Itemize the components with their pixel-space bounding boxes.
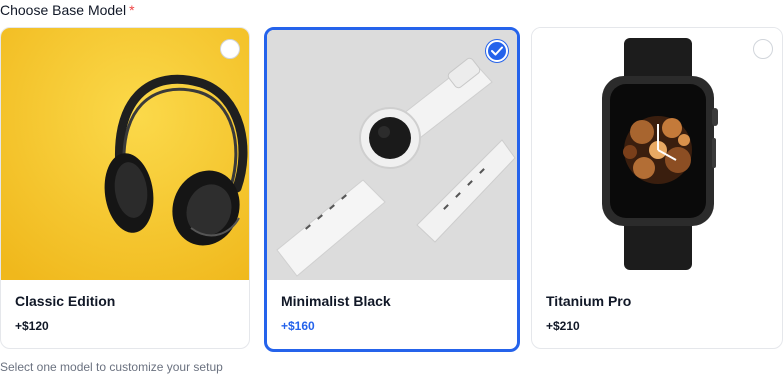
model-price: +$160 (281, 319, 315, 333)
model-price: +$210 (546, 319, 580, 333)
model-name: Classic Edition (15, 293, 116, 309)
model-card-minimalist-black[interactable]: Minimalist Black +$160 (264, 27, 520, 352)
model-price: +$120 (15, 319, 49, 333)
checkmark-icon (491, 46, 503, 56)
field-label-text: Choose Base Model (0, 2, 127, 18)
radio-unselected[interactable] (753, 39, 773, 59)
required-marker: * (129, 2, 135, 18)
model-name: Titanium Pro (546, 293, 632, 309)
white-smartwatch-image (267, 30, 517, 280)
radio-selected[interactable] (486, 40, 508, 62)
radio-unselected[interactable] (220, 39, 240, 59)
headphones-image (1, 28, 249, 280)
field-label: Choose Base Model * (0, 2, 135, 18)
model-options: Classic Edition +$120 Minimalist Black +… (0, 27, 784, 353)
helper-text: Select one model to customize your setup (0, 360, 223, 374)
model-card-classic-edition[interactable]: Classic Edition +$120 (0, 27, 250, 349)
model-card-titanium-pro[interactable]: Titanium Pro +$210 (531, 27, 783, 349)
model-name: Minimalist Black (281, 293, 391, 309)
black-smartwatch-image (532, 28, 782, 280)
